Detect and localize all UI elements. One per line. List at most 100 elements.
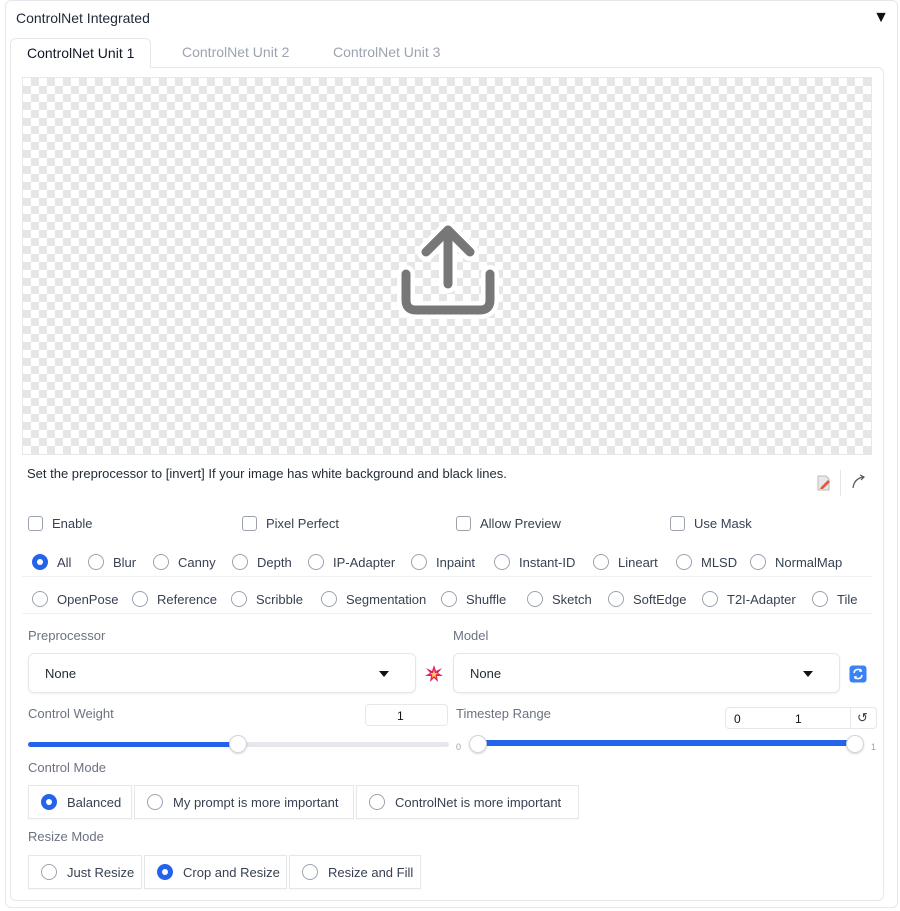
control-mode-label: Control Mode [28, 760, 107, 775]
radio-circle[interactable] [702, 591, 718, 607]
radio-circle[interactable] [157, 864, 173, 880]
control-type-canny[interactable]: Canny [153, 553, 216, 571]
control-type-sketch[interactable]: Sketch [527, 590, 592, 608]
reset-icon[interactable]: ↺ [857, 710, 868, 726]
control-type-mlsd[interactable]: MLSD [676, 553, 737, 571]
unit-tabs: ControlNet Unit 1 ControlNet Unit 2 Cont… [10, 38, 884, 68]
timestep-start-value[interactable]: 0 [734, 712, 741, 726]
radio-circle[interactable] [153, 554, 169, 570]
pixel-perfect-checkbox-box[interactable] [242, 515, 257, 531]
control-type-lineart[interactable]: Lineart [593, 553, 658, 571]
control-mode-option-label: ControlNet is more important [395, 794, 562, 810]
radio-circle[interactable] [308, 554, 324, 570]
radio-circle[interactable] [41, 864, 57, 880]
control-type-tile[interactable]: Tile [812, 590, 857, 608]
control-mode-option-label: My prompt is more important [173, 794, 339, 810]
control-type-segmentation[interactable]: Segmentation [321, 590, 426, 608]
control-type-label: SoftEdge [633, 591, 687, 607]
radio-circle[interactable] [812, 591, 828, 607]
timestep-range-inputs[interactable]: 0 1 ↺ [725, 707, 877, 729]
radio-circle[interactable] [676, 554, 692, 570]
control-type-reference[interactable]: Reference [132, 590, 217, 608]
toolbar-divider [840, 470, 841, 496]
control-weight-fill [28, 742, 238, 747]
radio-circle[interactable] [494, 554, 510, 570]
model-select[interactable]: None [453, 653, 840, 693]
radio-circle[interactable] [593, 554, 609, 570]
preprocessor-value: None [45, 666, 77, 681]
radio-circle[interactable] [369, 794, 385, 810]
chevron-down-icon [379, 671, 389, 677]
radio-circle[interactable] [147, 794, 163, 810]
tab-controlnet-unit-2[interactable]: ControlNet Unit 2 [166, 38, 305, 68]
send-dimensions-icon[interactable] [850, 473, 868, 491]
control-type-softedge[interactable]: SoftEdge [608, 590, 687, 608]
control-type-label: OpenPose [57, 591, 119, 607]
upload-icon [397, 221, 499, 319]
radio-circle[interactable] [232, 554, 248, 570]
timestep-range-label: Timestep Range [456, 706, 551, 721]
control-weight-input[interactable]: 1 [365, 704, 448, 726]
resize-mode-crop-and-resize[interactable]: Crop and Resize [144, 855, 287, 889]
allow-preview-checkbox-box[interactable] [456, 515, 471, 531]
control-type-row-2: OpenPose Reference Scribble Segmentation… [22, 584, 872, 614]
control-type-openpose[interactable]: OpenPose [32, 590, 118, 608]
radio-circle[interactable] [411, 554, 427, 570]
control-type-label: Reference [157, 591, 217, 607]
radio-circle[interactable] [32, 554, 48, 570]
control-type-blur[interactable]: Blur [88, 553, 136, 571]
radio-circle[interactable] [231, 591, 247, 607]
control-mode-balanced[interactable]: Balanced [28, 785, 132, 819]
image-upload-area[interactable] [22, 77, 872, 455]
enable-checkbox-box[interactable] [28, 515, 43, 531]
radio-circle[interactable] [88, 554, 104, 570]
radio-circle[interactable] [132, 591, 148, 607]
control-type-label: Tile [837, 591, 858, 607]
control-type-inpaint[interactable]: Inpaint [411, 553, 475, 571]
model-value: None [470, 666, 502, 681]
tab-controlnet-unit-3[interactable]: ControlNet Unit 3 [317, 38, 456, 68]
radio-circle[interactable] [302, 864, 318, 880]
enable-checkbox[interactable]: Enable [28, 514, 92, 532]
radio-circle[interactable] [41, 794, 57, 810]
chevron-down-icon [803, 671, 813, 677]
collapse-toggle-icon[interactable]: ▼ [873, 9, 889, 27]
resize-mode-option-label: Resize and Fill [328, 864, 414, 880]
control-mode-controlnet[interactable]: ControlNet is more important [356, 785, 579, 819]
resize-mode-just-resize[interactable]: Just Resize [28, 855, 142, 889]
control-type-label: Scribble [256, 591, 303, 607]
control-type-label: Instant-ID [519, 554, 576, 570]
radio-circle[interactable] [321, 591, 337, 607]
control-type-normalmap[interactable]: NormalMap [750, 553, 842, 571]
pixel-perfect-checkbox[interactable]: Pixel Perfect [242, 514, 339, 532]
control-mode-my-prompt[interactable]: My prompt is more important [134, 785, 354, 819]
resize-mode-resize-and-fill[interactable]: Resize and Fill [289, 855, 421, 889]
control-type-t2i-adapter[interactable]: T2I-Adapter [702, 590, 796, 608]
control-type-ip-adapter[interactable]: IP-Adapter [308, 553, 395, 571]
control-type-shuffle[interactable]: Shuffle [441, 590, 506, 608]
allow-preview-checkbox[interactable]: Allow Preview [456, 514, 561, 532]
edit-canvas-icon[interactable] [815, 474, 833, 492]
control-type-depth[interactable]: Depth [232, 553, 292, 571]
pixel-perfect-label: Pixel Perfect [266, 515, 339, 531]
control-type-label: Canny [178, 554, 216, 570]
refresh-icon[interactable] [849, 665, 867, 683]
use-mask-checkbox-box[interactable] [670, 515, 685, 531]
radio-circle[interactable] [608, 591, 624, 607]
control-type-instant-id[interactable]: Instant-ID [494, 553, 575, 571]
timestep-start-thumb[interactable] [469, 735, 487, 753]
control-weight-thumb[interactable] [229, 735, 247, 753]
preprocessor-select[interactable]: None [28, 653, 416, 693]
control-type-all[interactable]: All [32, 553, 71, 571]
radio-circle[interactable] [32, 591, 48, 607]
timestep-end-thumb[interactable] [846, 735, 864, 753]
explosion-icon[interactable] [424, 664, 444, 684]
use-mask-checkbox[interactable]: Use Mask [670, 514, 752, 532]
control-type-scribble[interactable]: Scribble [231, 590, 303, 608]
radio-circle[interactable] [527, 591, 543, 607]
tab-controlnet-unit-1[interactable]: ControlNet Unit 1 [10, 38, 152, 68]
timestep-end-value[interactable]: 1 [795, 712, 802, 726]
radio-circle[interactable] [750, 554, 766, 570]
radio-circle[interactable] [441, 591, 457, 607]
resize-mode-option-label: Crop and Resize [183, 864, 280, 880]
